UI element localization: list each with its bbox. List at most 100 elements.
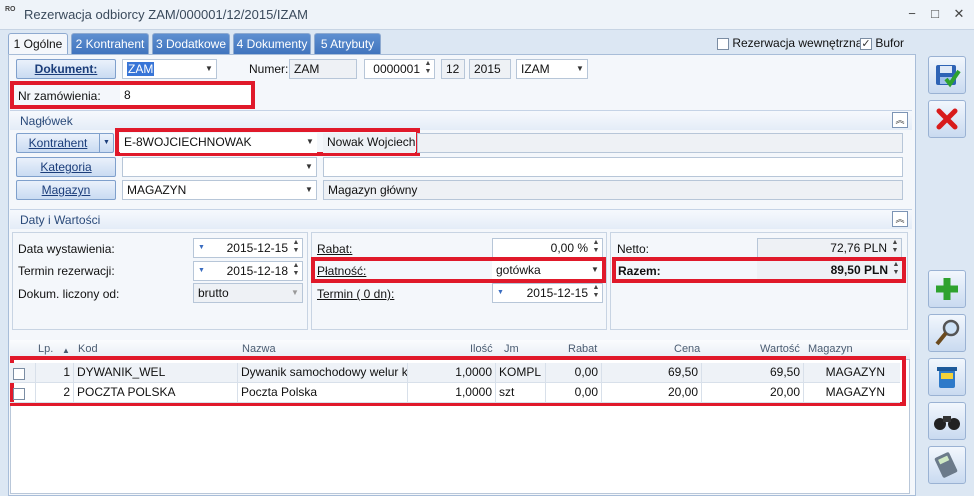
- col-kod[interactable]: Kod: [78, 343, 98, 355]
- spinner-icon[interactable]: ▲ ▼: [423, 60, 433, 78]
- table-row[interactable]: 2 POCZTA POLSKA Poczta Polska 1,0000 szt…: [10, 383, 900, 403]
- collapse-icon[interactable]: ︽: [892, 211, 908, 227]
- netto-field: 72,76 PLN ▲ ▼: [757, 238, 902, 258]
- calendar-dropdown-icon[interactable]: ▼: [497, 284, 504, 302]
- chevron-down-icon[interactable]: ▼: [302, 181, 316, 199]
- maximize-button[interactable]: □: [925, 5, 945, 23]
- spinner-icon[interactable]: ▲ ▼: [291, 262, 301, 280]
- col-wartosc[interactable]: Wartość: [760, 343, 800, 355]
- month-field: 12: [441, 59, 465, 79]
- spinner-icon[interactable]: ▲ ▼: [291, 239, 301, 257]
- magazyn-name-field: Magazyn główny: [323, 180, 903, 200]
- magazyn-button[interactable]: Magazyn: [16, 180, 116, 200]
- col-ilosc[interactable]: Ilość: [470, 343, 493, 355]
- chevron-down-icon[interactable]: ▼: [99, 134, 113, 152]
- tab-dokumenty[interactable]: 4 Dokumenty: [233, 33, 311, 55]
- save-button[interactable]: [928, 56, 966, 94]
- numer-value: 0000001: [373, 62, 420, 76]
- chevron-down-icon[interactable]: ▼: [573, 60, 587, 78]
- issue-date-label: Data wystawienia:: [18, 242, 115, 256]
- chevron-down-icon[interactable]: ▼: [303, 133, 317, 151]
- numer-prefix-field: ZAM: [289, 59, 357, 79]
- checkbox-box[interactable]: [717, 37, 729, 50]
- calendar-dropdown-icon[interactable]: ▼: [198, 262, 205, 280]
- internal-reservation-checkbox[interactable]: Rezerwacja wewnętrzna: [717, 36, 862, 50]
- cell-kod: POCZTA POLSKA: [74, 383, 238, 402]
- table-row[interactable]: 1 DYWANIK_WEL Dywanik samochodowy welur …: [10, 363, 900, 383]
- add-button[interactable]: [928, 270, 966, 308]
- spinner-icon[interactable]: ▲ ▼: [591, 284, 601, 302]
- title-bar: RO Rezerwacja odbiorcy ZAM/000001/12/201…: [0, 0, 974, 30]
- numer-value-field[interactable]: 0000001 ▲ ▼: [364, 59, 435, 79]
- col-nazwa[interactable]: Nazwa: [242, 343, 276, 355]
- cell-magazyn: MAGAZYN: [825, 365, 885, 379]
- tab-kontrahent[interactable]: 2 Kontrahent: [71, 33, 149, 55]
- col-rabat[interactable]: Rabat: [568, 343, 597, 355]
- kategoria-desc-field[interactable]: [323, 157, 903, 177]
- checkbox-box[interactable]: [860, 37, 872, 50]
- find-button[interactable]: [928, 402, 966, 440]
- reserve-date-value: 2015-12-18: [226, 264, 288, 278]
- calculator-button[interactable]: [928, 446, 966, 484]
- cell-ilosc: 1,0000: [408, 363, 496, 382]
- document-type-select[interactable]: ZAM ▼: [122, 59, 217, 79]
- chevron-down-icon[interactable]: ▼: [288, 284, 302, 302]
- order-number-field[interactable]: 8: [120, 85, 251, 105]
- tab-ogolne[interactable]: 1 Ogólne: [8, 33, 68, 56]
- delete-icon: [937, 367, 957, 388]
- chevron-down-icon[interactable]: ▼: [302, 158, 316, 176]
- chevron-down-icon[interactable]: ▼: [588, 261, 602, 279]
- minimize-button[interactable]: −: [902, 5, 922, 23]
- col-cena[interactable]: Cena: [674, 343, 700, 355]
- cell-kod: DYWANIK_WEL: [74, 363, 238, 382]
- razem-label: Razem:: [618, 264, 661, 278]
- dates-section-title: Daty i Wartości: [20, 213, 101, 227]
- tab-atrybuty[interactable]: 5 Atrybuty: [314, 33, 381, 55]
- col-magazyn[interactable]: Magazyn: [808, 343, 853, 355]
- payment-select[interactable]: gotówka ▼: [492, 261, 602, 279]
- header-section-title: Nagłówek: [20, 114, 73, 128]
- spinner-icon[interactable]: ▲ ▼: [591, 239, 601, 257]
- payment-value: gotówka: [496, 263, 541, 277]
- collapse-icon[interactable]: ︽: [892, 112, 908, 128]
- netto-label: Netto:: [617, 242, 650, 256]
- cancel-button[interactable]: [928, 100, 966, 138]
- close-button[interactable]: ✕: [949, 5, 969, 23]
- kategoria-button[interactable]: Kategoria: [16, 157, 116, 177]
- bufor-checkbox[interactable]: Bufor: [860, 36, 904, 50]
- app-icon: RO: [5, 6, 16, 13]
- spinner-icon: ▲ ▼: [891, 239, 899, 254]
- chevron-down-icon[interactable]: ▼: [202, 60, 216, 78]
- document-button[interactable]: Dokument:: [16, 59, 116, 79]
- reserve-date-field[interactable]: ▼ 2015-12-18 ▲ ▼: [193, 261, 303, 281]
- issue-date-field[interactable]: ▼ 2015-12-15 ▲ ▼: [193, 238, 303, 258]
- term-date-value: 2015-12-15: [526, 286, 588, 300]
- delete-button[interactable]: [928, 358, 966, 396]
- payment-label: Płatność:: [317, 264, 367, 278]
- tab-dodatkowe[interactable]: 3 Dodatkowe: [152, 33, 230, 55]
- cell-rabat: 0,00: [546, 363, 602, 382]
- cell-jm: KOMPL: [496, 363, 546, 382]
- kontrahent-button-label: Kontrahent: [28, 136, 88, 150]
- kategoria-select[interactable]: ▼: [122, 157, 317, 177]
- calc-from-select[interactable]: brutto ▼: [193, 283, 303, 303]
- search-icon: [935, 319, 960, 346]
- cell-lp: 1: [36, 363, 74, 382]
- series-select[interactable]: IZAM ▼: [516, 59, 588, 79]
- col-jm[interactable]: Jm: [504, 343, 519, 355]
- cancel-icon: [936, 108, 958, 130]
- term-date-field[interactable]: ▼ 2015-12-15 ▲ ▼: [492, 283, 603, 303]
- row-select-checkbox[interactable]: [10, 363, 36, 382]
- kontrahent-button[interactable]: Kontrahent ▼: [16, 133, 114, 153]
- search-button[interactable]: [928, 314, 966, 352]
- term-label: Termin ( 0 dn):: [317, 287, 395, 301]
- col-lp[interactable]: Lp.: [38, 343, 53, 355]
- header-section-bar: Nagłówek ︽: [10, 110, 912, 130]
- rabat-field[interactable]: 0,00 % ▲ ▼: [492, 238, 603, 258]
- calendar-dropdown-icon[interactable]: ▼: [198, 239, 205, 257]
- kontrahent-code-select[interactable]: E-8WOJCIECHNOWAK ▼: [120, 133, 317, 153]
- action-sidebar: [920, 30, 974, 496]
- row-select-checkbox[interactable]: [10, 383, 36, 402]
- razem-value: 89,50 PLN: [830, 263, 888, 277]
- magazyn-select[interactable]: MAGAZYN ▼: [122, 180, 317, 200]
